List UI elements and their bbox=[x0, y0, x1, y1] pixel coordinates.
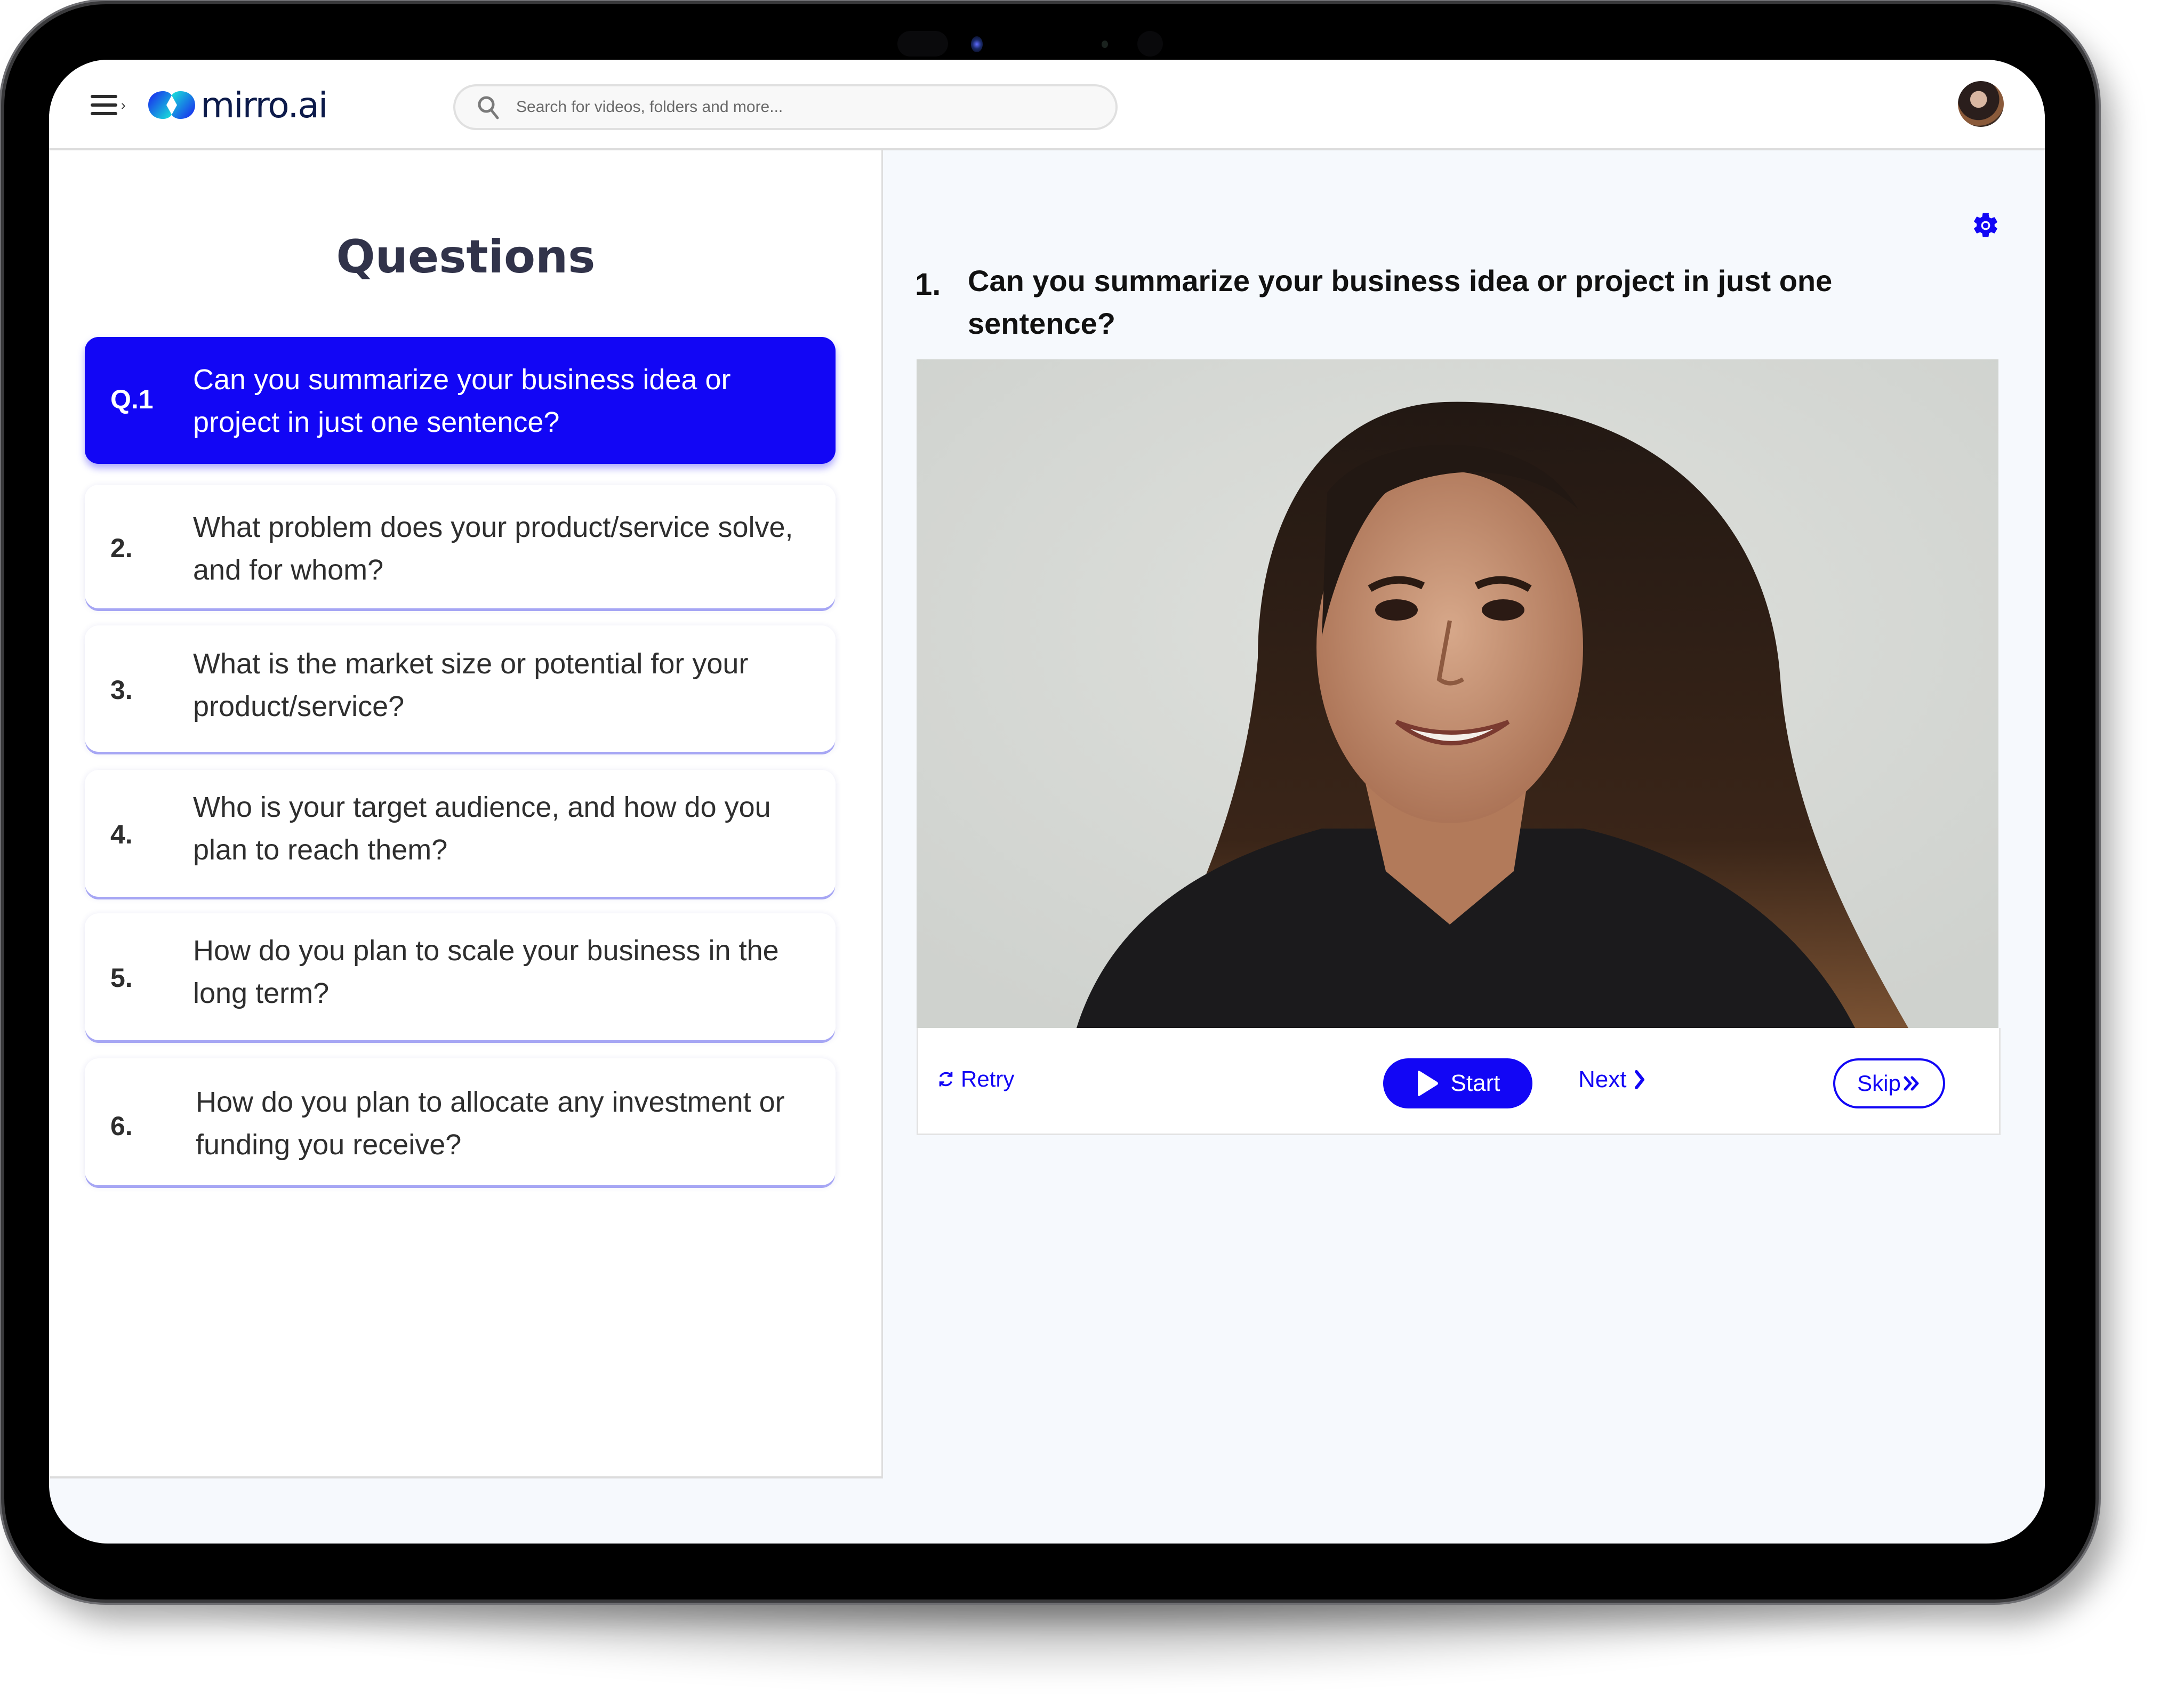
question-text: What problem does your product/service s… bbox=[193, 511, 793, 586]
refresh-icon bbox=[939, 1072, 953, 1087]
person-preview-image bbox=[917, 359, 1998, 1028]
recorder-controls: Retry Start Next Skip bbox=[917, 1028, 2001, 1135]
search-input[interactable] bbox=[515, 98, 1050, 117]
brand-logo[interactable]: mirro.ai bbox=[147, 84, 328, 126]
current-question-text: Can you summarize your business idea or … bbox=[968, 264, 1833, 340]
double-chevron-right-icon bbox=[1904, 1076, 1919, 1091]
current-question-number: 1. bbox=[915, 267, 941, 302]
question-item-6[interactable]: 6. How do you plan to allocate any inves… bbox=[85, 1058, 836, 1185]
play-icon bbox=[1417, 1071, 1438, 1096]
menu-toggle-button[interactable]: › bbox=[91, 93, 133, 117]
question-number: Q.1 bbox=[110, 384, 154, 414]
next-label: Next bbox=[1578, 1066, 1627, 1092]
question-item-3[interactable]: 3. What is the market size or potential … bbox=[85, 625, 836, 752]
sensor-icon bbox=[897, 31, 948, 57]
top-bar: › mirro.ai bbox=[49, 60, 2045, 150]
question-text: Can you summarize your business idea or … bbox=[193, 364, 731, 438]
question-item-5[interactable]: 5. How do you plan to scale your busines… bbox=[85, 913, 836, 1040]
user-avatar[interactable] bbox=[1958, 81, 2004, 127]
brand-name: mirro.ai bbox=[200, 84, 328, 126]
question-item-2[interactable]: 2. What problem does your product/servic… bbox=[85, 485, 836, 608]
start-label: Start bbox=[1450, 1070, 1500, 1096]
start-recording-button[interactable]: Start bbox=[1383, 1058, 1532, 1108]
light-sensor-icon bbox=[1102, 41, 1108, 48]
question-text: Who is your target audience, and how do … bbox=[193, 791, 771, 866]
question-item-4[interactable]: 4. Who is your target audience, and how … bbox=[85, 770, 836, 897]
question-number: 6. bbox=[110, 1111, 133, 1141]
question-text: How do you plan to allocate any investme… bbox=[196, 1086, 785, 1161]
question-text: How do you plan to scale your business i… bbox=[193, 935, 779, 1009]
question-number: 5. bbox=[110, 963, 133, 993]
chevron-right-icon: › bbox=[121, 97, 126, 113]
question-text: What is the market size or potential for… bbox=[193, 648, 749, 722]
search-icon bbox=[478, 96, 499, 119]
question-number: 3. bbox=[110, 675, 133, 705]
next-button[interactable]: Next bbox=[1578, 1066, 1645, 1093]
questions-panel: Questions Q.1 Can you summarize your bus… bbox=[50, 150, 883, 1478]
retry-button[interactable]: Retry bbox=[936, 1066, 1014, 1092]
skip-button[interactable]: Skip bbox=[1833, 1058, 1945, 1108]
camera-lens-icon bbox=[971, 36, 983, 52]
search-bar[interactable] bbox=[453, 84, 1118, 130]
skip-label: Skip bbox=[1857, 1071, 1901, 1096]
question-number: 4. bbox=[110, 819, 133, 849]
chevron-right-icon bbox=[1635, 1070, 1645, 1089]
question-number: 2. bbox=[110, 533, 133, 563]
retry-label: Retry bbox=[961, 1066, 1015, 1091]
question-item-1[interactable]: Q.1 Can you summarize your business idea… bbox=[85, 337, 836, 464]
questions-heading: Questions bbox=[336, 230, 596, 284]
front-camera-cluster bbox=[889, 27, 1188, 57]
camera-preview[interactable] bbox=[917, 359, 1998, 1028]
proximity-sensor-icon bbox=[1137, 31, 1163, 57]
mirro-logo-icon bbox=[148, 91, 195, 119]
gear-icon[interactable] bbox=[1971, 211, 2001, 240]
app-screen: › mirro.ai Search for videos, folders an… bbox=[49, 60, 2045, 1544]
